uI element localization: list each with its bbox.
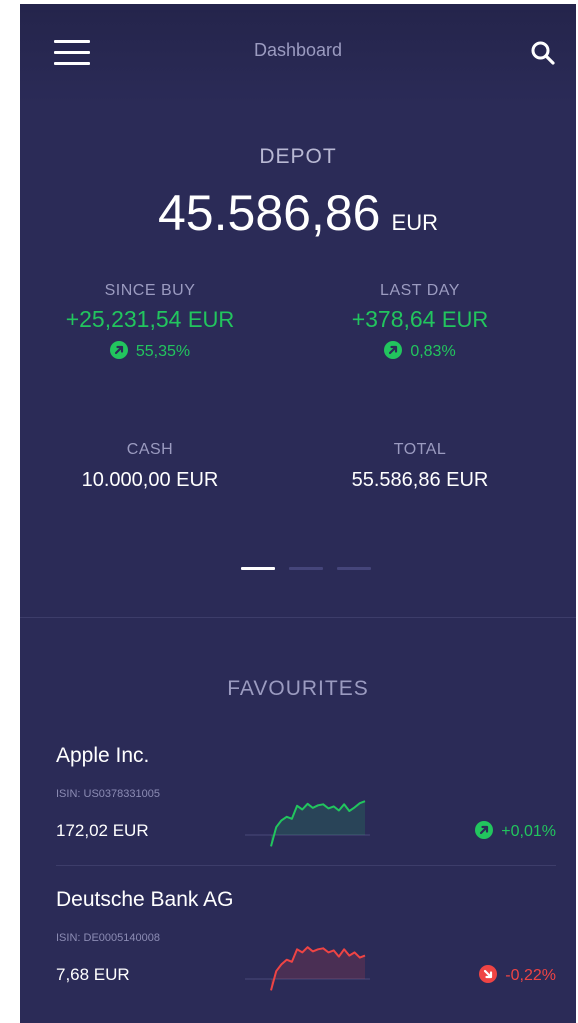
list-divider xyxy=(56,865,556,866)
stock-price: 7,68 EUR xyxy=(56,965,130,984)
cash-label: CASH xyxy=(126,441,174,458)
favourites-title: FAVOURITES xyxy=(227,677,369,700)
section-divider xyxy=(20,617,576,618)
stock-isin: ISIN: DE0005140008 xyxy=(56,932,160,944)
app-screen: Dashboard DEPOT 45.586,86 EUR SINCE BUY … xyxy=(20,4,576,1023)
last-day-percent: 0,83% xyxy=(290,341,550,361)
stock-name: Deutsche Bank AG xyxy=(56,888,234,911)
arrow-up-icon xyxy=(384,341,403,359)
page-dot[interactable] xyxy=(289,567,323,570)
stock-change: +0,01% xyxy=(475,821,556,841)
search-icon xyxy=(531,41,555,65)
favourite-item-apple[interactable]: Apple Inc. ISIN: US0378331005 172,02 EUR… xyxy=(20,744,576,878)
last-day-stat: LAST DAY +378,64 EUR 0,83% xyxy=(290,282,550,361)
sparkline-chart xyxy=(245,946,370,991)
page-title: Dashboard xyxy=(253,40,343,60)
sparkline-area xyxy=(271,801,365,847)
depot-value-row: 45.586,86 EUR xyxy=(20,184,576,242)
arrow-down-icon xyxy=(479,965,498,983)
cash-stat: CASH 10.000,00 EUR xyxy=(20,441,280,492)
last-day-label: LAST DAY xyxy=(380,282,460,299)
arrow-up-icon xyxy=(475,821,494,839)
last-day-value: +378,64 EUR xyxy=(351,306,489,332)
total-stat: TOTAL 55.586,86 EUR xyxy=(290,441,550,492)
arrow-up-icon xyxy=(109,341,128,359)
stock-isin: ISIN: US0378331005 xyxy=(56,788,160,800)
stock-price: 172,02 EUR xyxy=(56,821,149,840)
sparkline-chart xyxy=(245,800,370,847)
page-dot[interactable] xyxy=(337,567,371,570)
depot-value: 45.586,86 xyxy=(158,185,381,241)
since-buy-value: +25,231,54 EUR xyxy=(65,306,235,332)
search-button[interactable] xyxy=(530,40,556,66)
stock-name: Apple Inc. xyxy=(56,744,150,767)
cash-value: 10.000,00 EUR xyxy=(81,469,219,491)
depot-currency: EUR xyxy=(391,210,438,235)
stock-change: -0,22% xyxy=(479,965,556,985)
total-value: 55.586,86 EUR xyxy=(351,469,489,491)
since-buy-label: SINCE BUY xyxy=(104,282,196,299)
page-dot[interactable] xyxy=(241,567,275,570)
depot-label: DEPOT xyxy=(259,145,337,168)
total-label: TOTAL xyxy=(393,441,447,458)
since-buy-percent: 55,35% xyxy=(20,341,280,361)
top-bar: Dashboard xyxy=(20,4,576,104)
since-buy-stat: SINCE BUY +25,231,54 EUR 55,35% xyxy=(20,282,280,361)
favourite-item-deutsche-bank[interactable]: Deutsche Bank AG ISIN: DE0005140008 7,68… xyxy=(20,888,576,1022)
